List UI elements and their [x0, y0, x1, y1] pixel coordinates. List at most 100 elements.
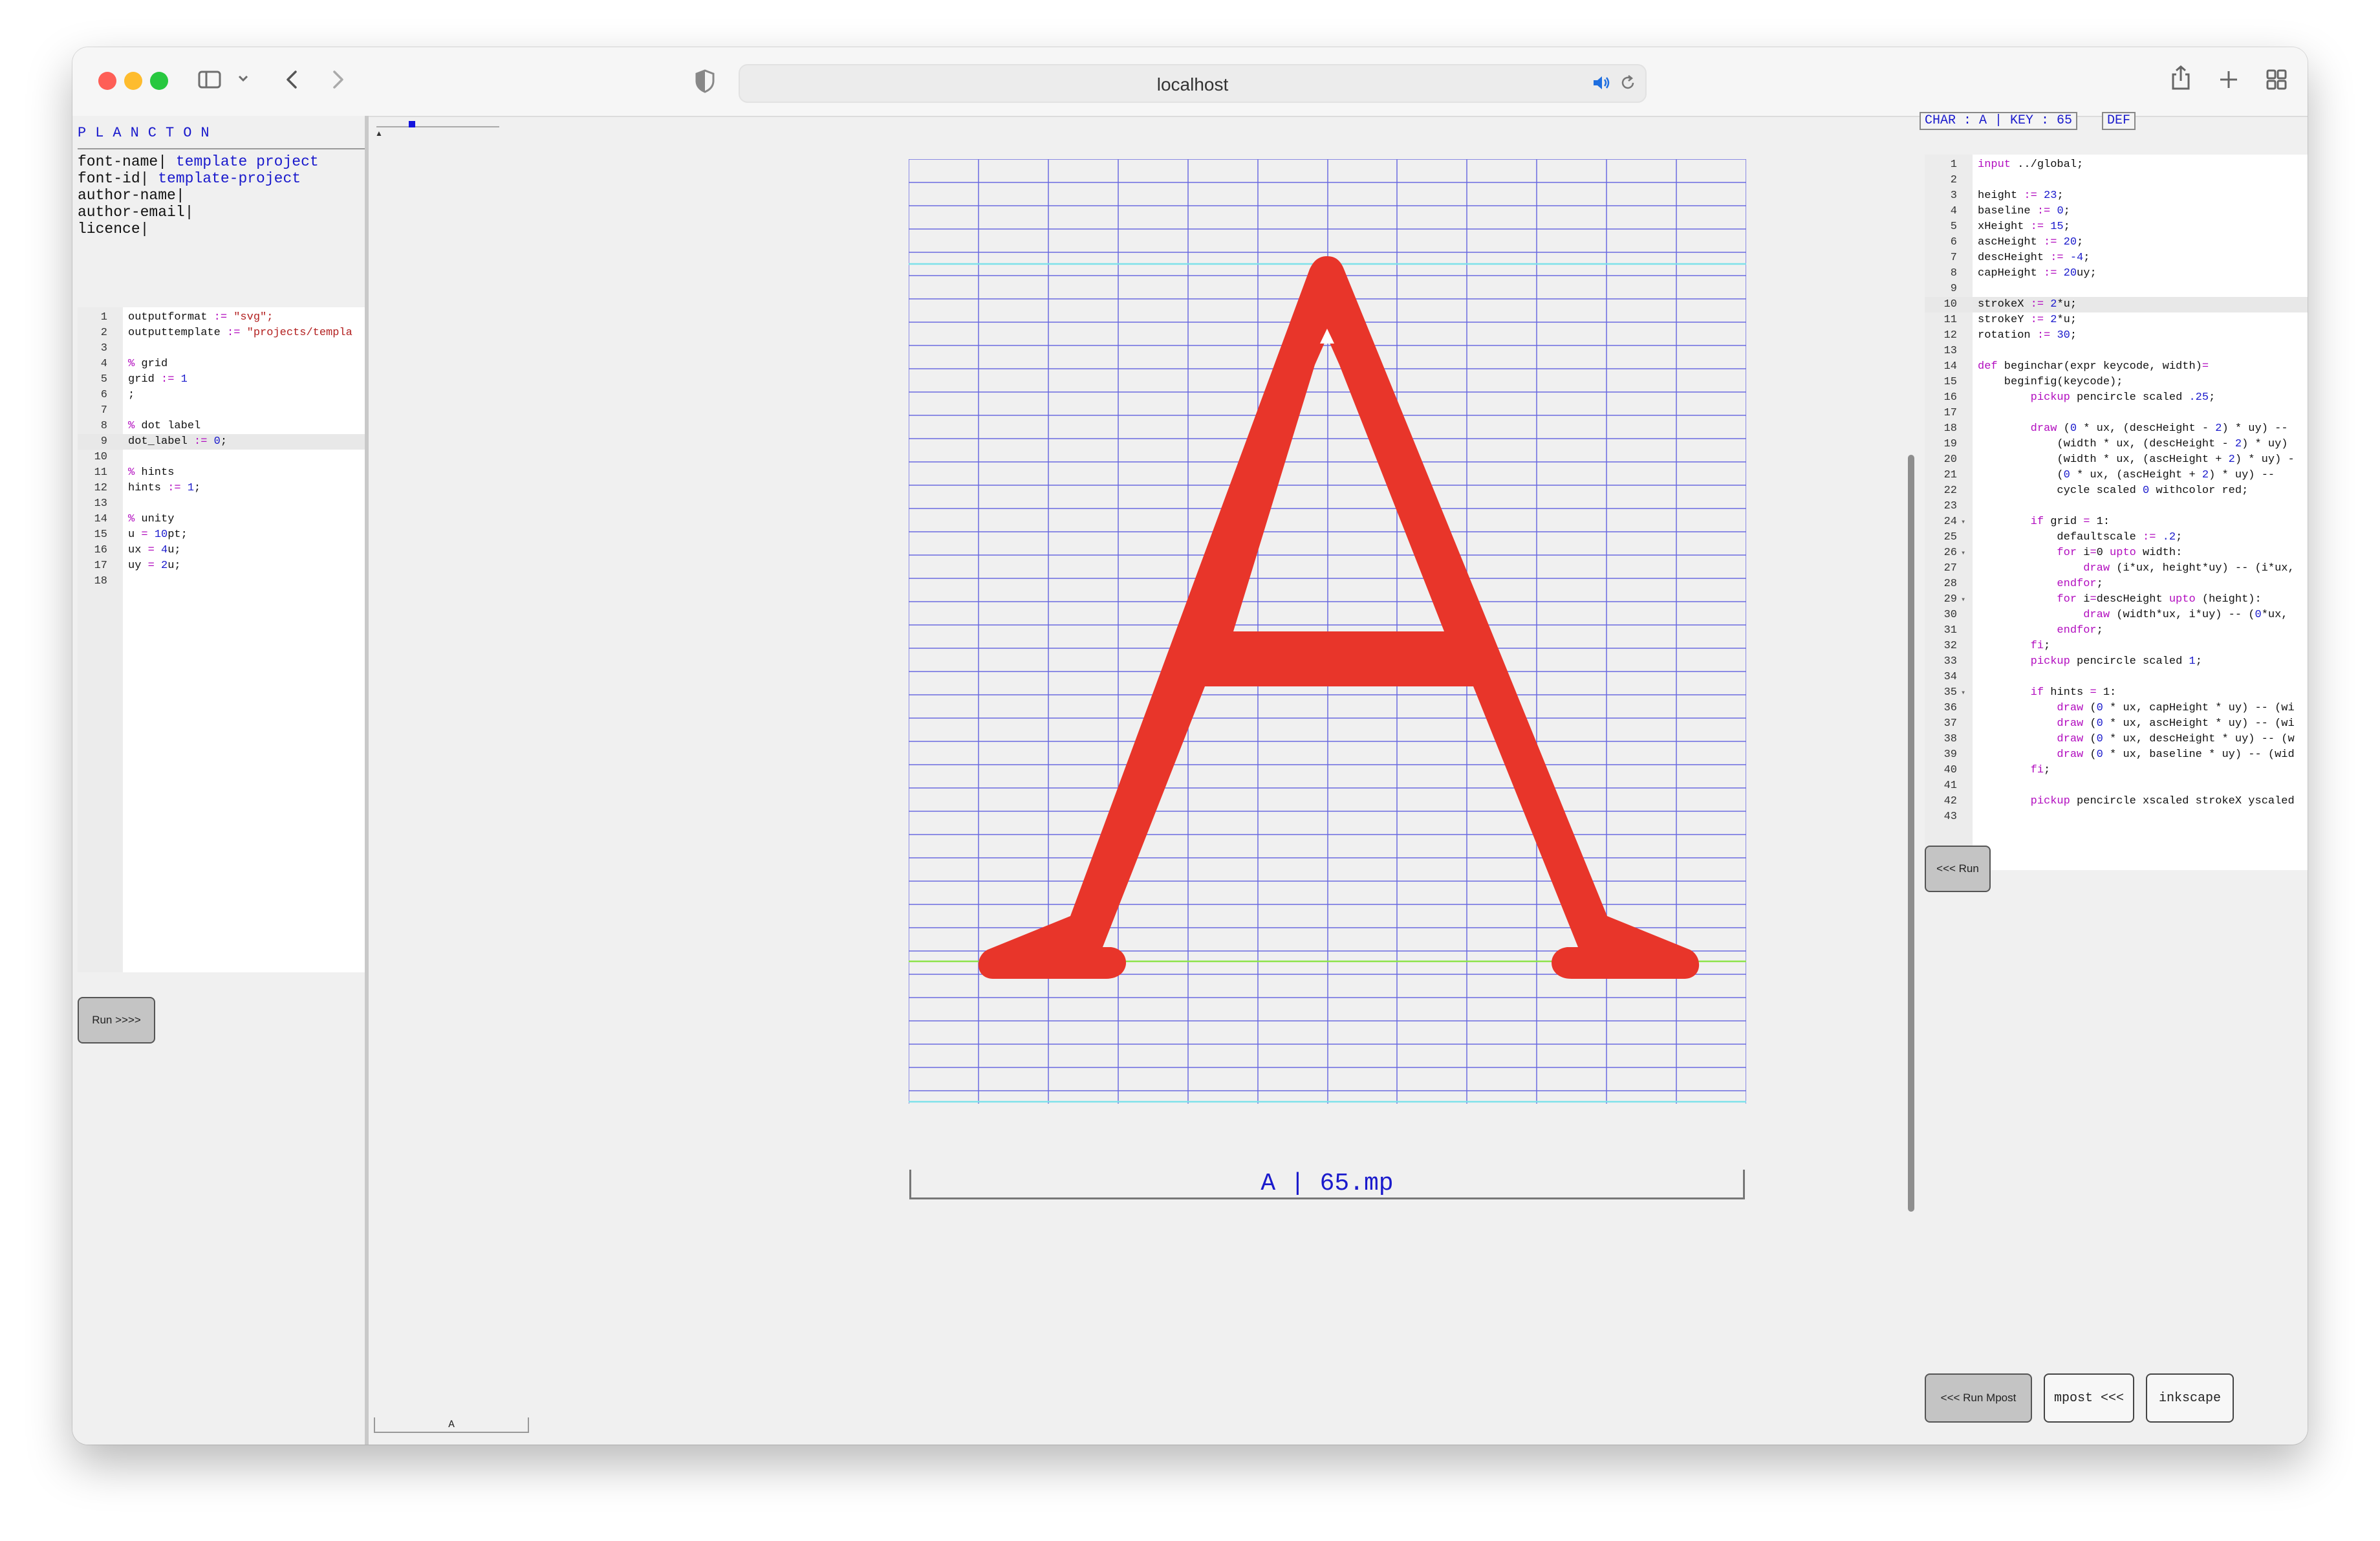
new-tab-icon[interactable] [2216, 67, 2242, 95]
global-code-editor[interactable]: 1 outputformat := "svg"; 2 outputtemplate :… [78, 307, 365, 972]
code-line[interactable]: 8 % dot label [78, 419, 365, 434]
code-line[interactable]: 12 rotation := 30; [1925, 328, 2308, 344]
meta-font-id[interactable]: font-id| template-project [78, 170, 319, 187]
code-line[interactable]: 11 strokeY := 2*u; [1925, 312, 2308, 328]
code-line[interactable]: 39 draw (0 * ux, baseline * uy) -- (wid [1925, 747, 2308, 763]
code-scrollbar[interactable] [1908, 455, 1914, 1212]
code-line[interactable]: 9 [1925, 281, 2308, 297]
code-line[interactable]: 36 draw (0 * ux, capHeight * uy) -- (wi [1925, 701, 2308, 716]
fold-toggle-icon[interactable]: ▾ [1961, 514, 1965, 530]
glyph-code-editor[interactable]: 1 input ../global; 2 3 height := 23; 4 baselin… [1925, 155, 2308, 870]
share-icon[interactable] [2168, 64, 2194, 95]
font-metadata: font-name| template project font-id| tem… [78, 153, 319, 237]
forward-icon[interactable] [325, 67, 351, 95]
code-line[interactable]: 38 draw (0 * ux, descHeight * uy) -- (w [1925, 732, 2308, 747]
meta-font-name[interactable]: font-name| template project [78, 153, 319, 170]
glyph-tab[interactable]: A [374, 1417, 529, 1433]
address-bar[interactable]: localhost [739, 64, 1647, 103]
line-number: 12 [1943, 329, 1957, 342]
code-line[interactable]: 12 hints := 1; [78, 481, 365, 496]
run-right-button[interactable]: <<< Run [1925, 846, 1991, 892]
code-line[interactable]: 3 height := 23; [1925, 188, 2308, 204]
code-line[interactable]: 20 (width * ux, (ascHeight + 2) * uy) - [1925, 452, 2308, 468]
code-line[interactable]: 13 [78, 496, 365, 512]
zoom-window-button[interactable] [150, 72, 168, 90]
code-line[interactable]: 27 draw (i*ux, height*uy) -- (i*ux, [1925, 561, 2308, 576]
code-line[interactable]: 30 draw (width*ux, i*uy) -- (0*ux, [1925, 607, 2308, 623]
code-line[interactable]: 15 beginfig(keycode); [1925, 375, 2308, 390]
sidebar-icon[interactable] [197, 67, 222, 95]
back-icon[interactable] [279, 67, 305, 95]
code-line[interactable]: 40 fi; [1925, 763, 2308, 778]
code-line[interactable]: 14 def beginchar(expr keycode, width)= [1925, 359, 2308, 375]
code-line[interactable]: 32 fi; [1925, 639, 2308, 654]
collapse-arrow-icon[interactable]: ▲ [375, 129, 383, 138]
code-line[interactable]: 18 [78, 574, 365, 589]
meta-author-email[interactable]: author-email| [78, 204, 319, 221]
code-line[interactable]: 33 pickup pencircle scaled 1; [1925, 654, 2308, 670]
code-line[interactable]: 2 outputtemplate := "projects/templa [78, 325, 365, 341]
code-line[interactable]: 7 [78, 403, 365, 419]
code-line[interactable]: 8 capHeight := 20uy; [1925, 266, 2308, 281]
code-line[interactable]: 21 (0 * ux, (ascHeight + 2) * uy) -- [1925, 468, 2308, 483]
code-line[interactable]: 1 outputformat := "svg"; [78, 310, 365, 325]
code-line[interactable]: 7 descHeight := -4; [1925, 250, 2308, 266]
fold-toggle-icon[interactable]: ▾ [1961, 685, 1965, 701]
code-line[interactable]: 26 ▾ for i=0 upto width: [1925, 545, 2308, 561]
meta-author-name[interactable]: author-name| [78, 187, 319, 204]
def-button[interactable]: DEF [2102, 112, 2136, 130]
code-line[interactable]: 37 draw (0 * ux, ascHeight * uy) -- (wi [1925, 716, 2308, 732]
fold-toggle-icon[interactable]: ▾ [1961, 545, 1965, 561]
code-text: draw (0 * ux, descHeight * uy) -- (w [2057, 733, 2295, 745]
code-line[interactable]: 25 defaultscale := .2; [1925, 530, 2308, 545]
code-line[interactable]: 14 % unity [78, 512, 365, 527]
code-line[interactable]: 10 strokeX := 2*u; [1925, 297, 2308, 312]
code-line[interactable]: 16 pickup pencircle scaled .25; [1925, 390, 2308, 406]
reload-icon[interactable] [1618, 73, 1638, 95]
code-line[interactable]: 18 draw (0 * ux, (descHeight - 2) * uy) … [1925, 421, 2308, 437]
code-line[interactable]: 10 [78, 450, 365, 465]
code-line[interactable]: 13 [1925, 344, 2308, 359]
code-line[interactable]: 43 [1925, 809, 2308, 825]
code-line[interactable]: 23 [1925, 499, 2308, 514]
code-line[interactable]: 17 uy = 2u; [78, 558, 365, 574]
fold-toggle-icon[interactable]: ▾ [1961, 592, 1965, 607]
inkscape-button[interactable]: inkscape [2146, 1373, 2234, 1423]
code-line[interactable]: 35 ▾ if hints = 1: [1925, 685, 2308, 701]
code-line[interactable]: 2 [1925, 173, 2308, 188]
chevron-down-icon[interactable] [237, 72, 250, 87]
minimize-window-button[interactable] [124, 72, 142, 90]
code-line[interactable]: 42 pickup pencircle xscaled strokeX ysca… [1925, 794, 2308, 809]
run-mpost-button[interactable]: <<< Run Mpost [1925, 1373, 2032, 1423]
code-line[interactable]: 41 [1925, 778, 2308, 794]
code-line[interactable]: 15 u = 10pt; [78, 527, 365, 543]
code-line[interactable]: 19 (width * ux, (descHeight - 2) * uy) [1925, 437, 2308, 452]
tabs-overview-icon[interactable] [2264, 67, 2289, 95]
code-line[interactable]: 24 ▾ if grid = 1: [1925, 514, 2308, 530]
code-line[interactable]: 1 input ../global; [1925, 157, 2308, 173]
code-line[interactable]: 9 dot_label := 0; [78, 434, 365, 450]
code-line[interactable]: 6; [78, 388, 365, 403]
code-line[interactable]: 34 [1925, 670, 2308, 685]
code-line[interactable]: 5 grid := 1 [78, 372, 365, 388]
code-line[interactable]: 22 cycle scaled 0 withcolor red; [1925, 483, 2308, 499]
code-line[interactable]: 17 [1925, 406, 2308, 421]
run-left-button[interactable]: Run >>>> [78, 997, 155, 1044]
code-line[interactable]: 31 endfor; [1925, 623, 2308, 639]
code-line[interactable]: 29 ▾ for i=descHeight upto (height): [1925, 592, 2308, 607]
code-line[interactable]: 6 ascHeight := 20; [1925, 235, 2308, 250]
code-line[interactable]: 5 xHeight := 15; [1925, 219, 2308, 235]
code-line[interactable]: 28 endfor; [1925, 576, 2308, 592]
code-line[interactable]: 3 [78, 341, 365, 356]
code-line[interactable]: 16 ux = 4u; [78, 543, 365, 558]
code-text: pickup pencircle scaled .25; [2030, 391, 2216, 404]
code-line[interactable]: 11 % hints [78, 465, 365, 481]
code-line[interactable]: 4 baseline := 0; [1925, 204, 2308, 219]
left-panel-divider[interactable] [365, 116, 369, 1445]
mpost-button[interactable]: mpost <<< [2044, 1373, 2134, 1423]
audio-icon[interactable] [1591, 73, 1610, 95]
code-line[interactable]: 4 % grid [78, 356, 365, 372]
meta-licence[interactable]: licence| [78, 221, 319, 237]
shield-icon[interactable] [693, 68, 717, 96]
close-window-button[interactable] [98, 72, 116, 90]
